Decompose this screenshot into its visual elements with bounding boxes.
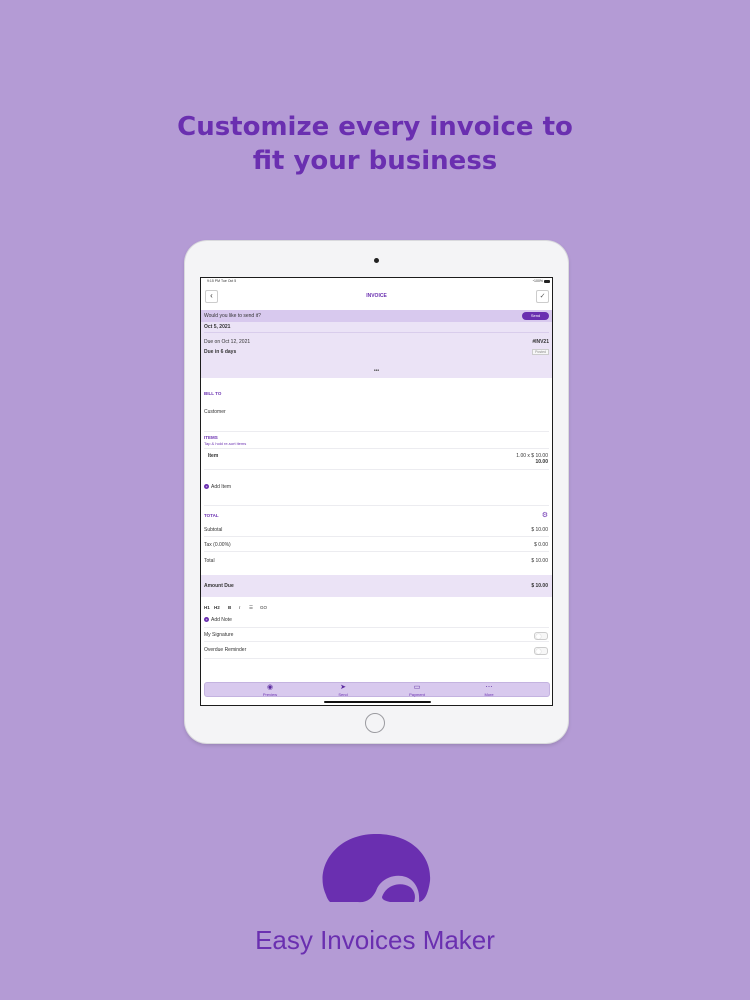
plus-icon: + xyxy=(204,484,209,489)
reminder-toggle[interactable] xyxy=(534,647,548,655)
add-note-button[interactable]: + Add Note xyxy=(201,616,552,625)
tab-preview[interactable]: ◉ Preview xyxy=(230,683,310,697)
invoice-date[interactable]: Oct 5, 2021 xyxy=(204,324,230,330)
total-heading: TOTAL xyxy=(204,513,219,518)
gear-icon[interactable]: ⚙ xyxy=(542,511,548,519)
h1-button[interactable]: H1 xyxy=(204,605,210,610)
items-hint: Tap & hold re-sort items xyxy=(204,441,247,446)
add-item-button[interactable]: + Add Item xyxy=(201,482,552,492)
status-time: 9:15 PM Tue Oct 5 xyxy=(207,279,237,283)
tax-label[interactable]: Tax (0.00%) xyxy=(204,542,231,548)
bold-button[interactable]: B xyxy=(228,605,231,610)
signature-label: My Signature xyxy=(204,632,234,638)
wave-logo-icon xyxy=(322,833,431,903)
item-name: Item xyxy=(208,453,219,459)
send-question: Would you like to send it? xyxy=(204,313,261,319)
total-value: $ 10.00 xyxy=(531,558,548,564)
add-item-label: Add Item xyxy=(211,484,232,490)
bill-to-heading: BILL TO xyxy=(204,391,222,396)
h2-button[interactable]: H2 xyxy=(214,605,220,610)
status-badge[interactable]: Posted xyxy=(532,349,549,355)
battery-level: 100% xyxy=(534,279,543,283)
due-in-days: Due in 6 days xyxy=(204,349,237,355)
card-icon: ▭ xyxy=(413,684,421,691)
customer-field[interactable]: Customer xyxy=(204,409,226,415)
tab-payment-label: Payment xyxy=(409,692,425,697)
app-screen: 9:15 PM Tue Oct 5 ◔ 100% ‹ INVOICE ✓ Wou… xyxy=(200,277,553,706)
status-bar: 9:15 PM Tue Oct 5 ◔ 100% xyxy=(201,278,552,286)
battery-icon xyxy=(544,280,550,283)
ipad-frame: 9:15 PM Tue Oct 5 ◔ 100% ‹ INVOICE ✓ Wou… xyxy=(185,241,568,743)
list-button[interactable]: ☰ xyxy=(249,605,253,611)
home-indicator xyxy=(324,701,431,703)
done-button[interactable]: ✓ xyxy=(536,290,549,303)
total-label: Total xyxy=(204,558,215,564)
bottom-tab-bar: ◉ Preview ➤ Send ▭ Payment ⋯ More xyxy=(204,682,550,697)
due-on-date[interactable]: Due on Oct 12, 2021 xyxy=(204,339,250,345)
tab-preview-label: Preview xyxy=(262,692,278,697)
expand-more[interactable]: ••• xyxy=(201,368,552,374)
tab-more[interactable]: ⋯ More xyxy=(449,683,529,697)
tab-send-label: Send xyxy=(338,692,348,697)
tab-payment[interactable]: ▭ Payment xyxy=(377,683,457,697)
home-button[interactable] xyxy=(365,713,385,733)
add-note-label: Add Note xyxy=(211,617,232,623)
camera xyxy=(374,258,379,263)
italic-button[interactable]: I xyxy=(239,605,240,610)
amount-due-label: Amount Due xyxy=(204,583,234,589)
tab-more-label: More xyxy=(484,692,494,697)
format-toolbar: H1 H2 B I ☰ GO xyxy=(201,604,552,612)
items-heading: ITEMS xyxy=(204,435,218,440)
amount-due-value: $ 10.00 xyxy=(531,583,548,589)
headline: Customize every invoice to fit your busi… xyxy=(0,110,750,178)
tax-value: $ 0.00 xyxy=(534,542,548,548)
send-icon: ➤ xyxy=(340,684,346,691)
subtotal-label: Subtotal xyxy=(204,527,223,533)
subtotal-value: $ 10.00 xyxy=(531,527,548,533)
more-icon: ⋯ xyxy=(485,684,493,691)
send-banner: Would you like to send it? Send xyxy=(201,310,552,322)
nav-bar: ‹ INVOICE ✓ xyxy=(201,287,552,305)
reminder-label: Overdue Reminder xyxy=(204,647,247,653)
signature-toggle[interactable] xyxy=(534,632,548,640)
headline-line-2: fit your business xyxy=(252,146,498,176)
invoice-header: Oct 5, 2021 Due on Oct 12, 2021 #INV21 D… xyxy=(201,322,552,378)
tab-send[interactable]: ➤ Send xyxy=(303,683,383,697)
invoice-number[interactable]: #INV21 xyxy=(532,339,549,345)
send-button[interactable]: Send xyxy=(522,312,549,320)
nav-title: INVOICE xyxy=(366,293,387,299)
link-button[interactable]: GO xyxy=(260,605,267,610)
plus-icon: + xyxy=(204,617,209,622)
eye-icon: ◉ xyxy=(266,684,274,691)
item-total: 10.00 xyxy=(535,459,548,465)
brand-name: Easy Invoices Maker xyxy=(255,925,495,955)
amount-due-row: Amount Due $ 10.00 xyxy=(201,575,552,597)
item-row[interactable]: Item 1.00 x $ 10.00 10.00 xyxy=(201,450,552,468)
headline-line-1: Customize every invoice to xyxy=(177,112,573,142)
